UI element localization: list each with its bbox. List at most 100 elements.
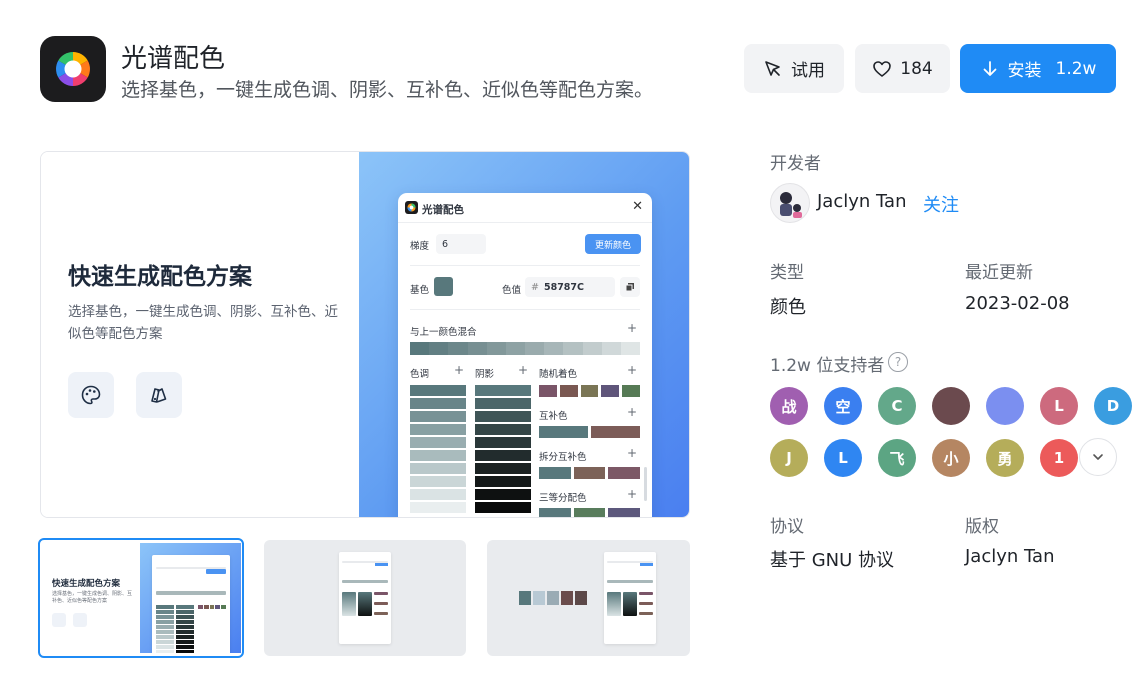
like-button[interactable]: 184 bbox=[855, 44, 950, 93]
thumb-palette-swatch bbox=[575, 591, 587, 605]
tone-swatch bbox=[410, 398, 466, 409]
thumb-panel bbox=[339, 552, 391, 644]
thumb-shade-swatch bbox=[176, 650, 194, 653]
pointer-icon bbox=[765, 60, 780, 76]
supporter-avatar[interactable]: D bbox=[1094, 387, 1132, 425]
mix-swatch bbox=[429, 342, 449, 355]
thumbnail-3[interactable] bbox=[487, 540, 690, 656]
thumbnail-2[interactable] bbox=[264, 540, 466, 656]
supporter-avatar[interactable]: L bbox=[1040, 387, 1078, 425]
shade-swatch bbox=[475, 424, 531, 435]
palette-icon bbox=[81, 385, 101, 405]
copyright-value: Jaclyn Tan bbox=[965, 546, 1055, 567]
random-swatch bbox=[622, 385, 640, 397]
main-preview[interactable]: 快速生成配色方案 选择基色，一键生成色调、阴影、互补色、近似色等配色方案 光谱配… bbox=[40, 151, 690, 518]
developer-avatar[interactable] bbox=[770, 183, 810, 223]
help-icon[interactable]: ? bbox=[888, 352, 908, 372]
thumb-shade-swatch bbox=[176, 605, 194, 609]
palette-button bbox=[68, 372, 114, 418]
follow-link[interactable]: 关注 bbox=[923, 191, 959, 217]
tone-swatch bbox=[410, 411, 466, 422]
app-icon bbox=[40, 36, 106, 102]
tone-swatches bbox=[410, 385, 466, 513]
preview-heading: 快速生成配色方案 bbox=[68, 264, 252, 290]
developer-name[interactable]: Jaclyn Tan bbox=[817, 191, 906, 212]
mix-swatch bbox=[486, 342, 506, 355]
supporter-avatar[interactable]: C bbox=[878, 387, 916, 425]
color-wheel-icon bbox=[56, 52, 90, 86]
thumb-intro: 快速生成配色方案 选择基色，一键生成色调、阴影、互补色、近似色等配色方案 bbox=[43, 543, 140, 653]
triad-swatch bbox=[573, 508, 606, 517]
color-value-label: 色值 bbox=[502, 285, 522, 296]
copyright-label: 版权 bbox=[965, 517, 999, 537]
random-swatch bbox=[539, 385, 557, 397]
supporter-avatar[interactable]: 1 bbox=[1040, 439, 1078, 477]
mix-swatch bbox=[410, 342, 430, 355]
supporter-avatar[interactable] bbox=[986, 387, 1024, 425]
heart-icon bbox=[873, 60, 892, 77]
updated-value: 2023-02-08 bbox=[965, 293, 1070, 314]
tone-swatch bbox=[410, 476, 466, 487]
random-swatch bbox=[559, 385, 578, 397]
supporter-avatar[interactable]: 勇 bbox=[986, 439, 1024, 477]
thumb-palette-swatch bbox=[561, 591, 573, 605]
thumb-shade-swatch bbox=[176, 615, 194, 619]
shade-swatches bbox=[475, 385, 531, 513]
supporter-avatar[interactable]: J bbox=[770, 439, 808, 477]
updated-label: 最近更新 bbox=[965, 263, 1033, 283]
triad-swatch bbox=[539, 508, 571, 517]
base-color-swatch bbox=[434, 277, 453, 296]
supporter-avatar[interactable]: 小 bbox=[932, 439, 970, 477]
shade-swatch bbox=[475, 502, 531, 513]
shade-swatch bbox=[475, 437, 531, 448]
thumb-palette-swatch bbox=[533, 591, 545, 605]
supporter-avatar[interactable]: 飞 bbox=[878, 439, 916, 477]
mix-swatch bbox=[448, 342, 468, 355]
panel-scrollbar bbox=[644, 467, 647, 501]
shade-swatch bbox=[475, 489, 531, 500]
tone-label: 色调 bbox=[410, 369, 430, 380]
thumbnail-1[interactable]: 快速生成配色方案 选择基色，一键生成色调、阴影、互补色、近似色等配色方案 bbox=[38, 538, 244, 658]
triad-swatches bbox=[539, 508, 641, 517]
try-label: 试用 bbox=[791, 61, 825, 81]
tone-swatch bbox=[410, 489, 466, 500]
try-button[interactable]: 试用 bbox=[744, 44, 844, 93]
thumb-tone-swatch bbox=[156, 605, 174, 609]
swatch-button bbox=[136, 372, 182, 418]
split-swatch bbox=[539, 467, 571, 479]
thumb-panel bbox=[152, 555, 230, 653]
more-supporters-button[interactable] bbox=[1079, 438, 1117, 476]
shade-swatch bbox=[475, 463, 531, 474]
supporter-avatar[interactable]: 战 bbox=[770, 387, 808, 425]
thumb-palette-swatch bbox=[519, 591, 531, 605]
thumb-shade-swatch bbox=[176, 620, 194, 624]
tone-swatch bbox=[410, 502, 466, 513]
thumb-shade-swatch bbox=[176, 625, 194, 629]
complement-label: 互补色 bbox=[539, 411, 568, 422]
shade-swatch bbox=[475, 450, 531, 461]
thumb-random-swatch bbox=[209, 605, 215, 609]
triad-label: 三等分配色 bbox=[539, 493, 587, 504]
panel-header: 光谱配色 ✕ bbox=[398, 193, 652, 223]
plus-icon: + bbox=[627, 363, 638, 377]
supporter-avatar[interactable]: 空 bbox=[824, 387, 862, 425]
install-button[interactable]: 安装 1.2w bbox=[960, 44, 1116, 93]
mix-swatch bbox=[467, 342, 487, 355]
mix-swatch bbox=[582, 342, 602, 355]
tone-swatch bbox=[410, 463, 466, 474]
preview-subtitle: 选择基色，一键生成色调、阴影、互补色、近似色等配色方案 bbox=[68, 304, 338, 342]
thumb-tone-swatch bbox=[156, 650, 174, 653]
supporter-avatar[interactable]: L bbox=[824, 439, 862, 477]
triad-swatch bbox=[608, 508, 641, 517]
type-label: 类型 bbox=[770, 263, 804, 283]
mix-swatch bbox=[544, 342, 564, 355]
supporter-avatar[interactable] bbox=[932, 387, 970, 425]
complement-swatches bbox=[539, 426, 640, 438]
app-description: 选择基色，一键生成色调、阴影、互补色、近似色等配色方案。 bbox=[121, 79, 654, 101]
thumb-tone-swatch bbox=[156, 610, 174, 614]
thumb-random-swatch bbox=[215, 605, 221, 609]
random-label: 随机着色 bbox=[539, 369, 578, 380]
thumb-shade-swatch bbox=[176, 640, 194, 644]
app-title: 光谱配色 bbox=[121, 44, 226, 74]
mix-swatch bbox=[505, 342, 526, 355]
